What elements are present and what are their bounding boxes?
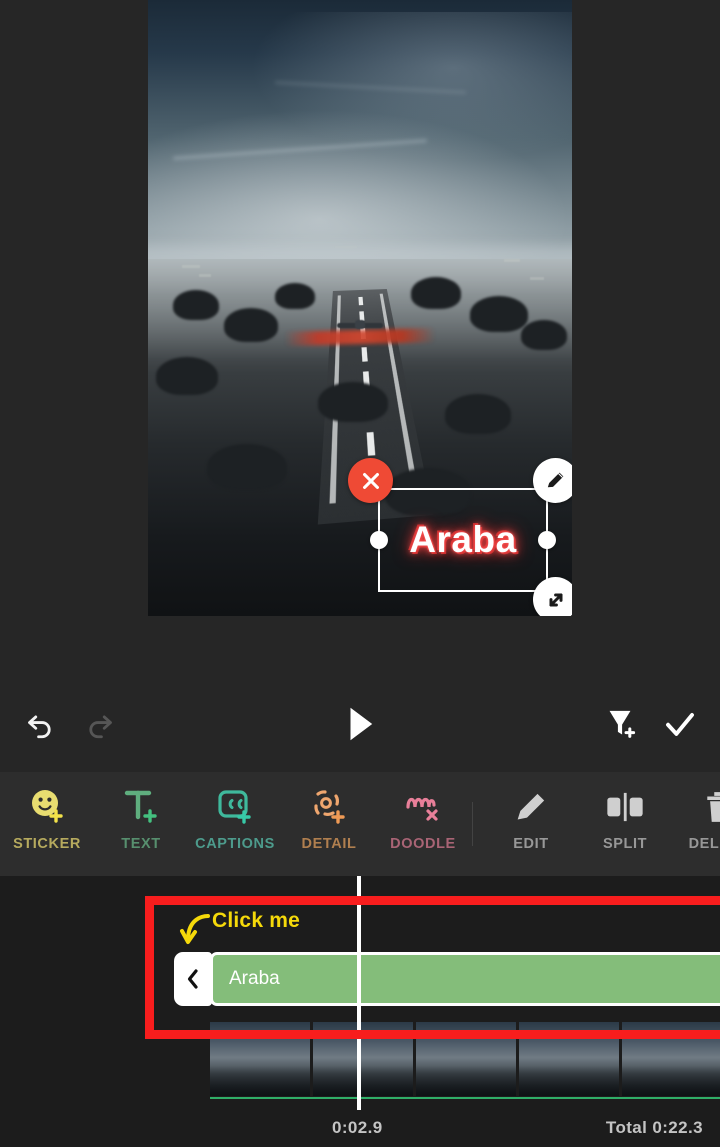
detail-target-plus-icon xyxy=(307,784,351,830)
filmstrip-thumbnail xyxy=(210,1022,310,1096)
filmstrip-thumbnail xyxy=(416,1022,516,1096)
chevron-left-icon[interactable] xyxy=(174,952,212,1006)
tool-label: TEXT xyxy=(121,836,161,852)
resize-diagonal-icon[interactable] xyxy=(533,577,572,616)
pencil-icon[interactable] xyxy=(533,458,572,503)
checkmark-icon[interactable] xyxy=(658,702,702,746)
tool-detail[interactable]: DETAIL xyxy=(282,784,376,864)
tool-label: DELETE xyxy=(688,836,720,852)
timecode-row: 0:02.9 Total 0:22.3 xyxy=(0,1112,720,1147)
scene-tree xyxy=(521,320,568,351)
scene-tree xyxy=(444,394,511,435)
tool-captions[interactable]: CAPTIONS xyxy=(188,784,282,864)
doodle-squiggle-plus-icon xyxy=(401,784,445,830)
text-t-plus-icon xyxy=(119,784,163,830)
scene-haze-secondary xyxy=(148,12,572,198)
close-icon[interactable] xyxy=(348,458,393,503)
tool-label: STICKER xyxy=(13,836,81,852)
text-overlay-content[interactable]: Araba xyxy=(380,490,546,590)
play-triangle-icon[interactable] xyxy=(338,702,382,746)
current-time-label: 0:02.9 xyxy=(332,1118,383,1137)
add-marker-icon[interactable] xyxy=(598,702,642,746)
scene-tree xyxy=(207,443,288,490)
filmstrip-thumbnail xyxy=(519,1022,619,1096)
scene-airplane xyxy=(337,323,383,329)
total-time-label: Total 0:22.3 xyxy=(605,1118,703,1137)
trash-icon xyxy=(700,784,720,830)
video-preview-area: Araba xyxy=(0,0,720,676)
resize-handle-right[interactable] xyxy=(538,531,556,549)
timeline-audio-waveform xyxy=(210,1097,720,1099)
tool-divider xyxy=(472,802,473,846)
timeline-playhead[interactable] xyxy=(357,876,361,1110)
captions-cc-plus-icon xyxy=(213,784,257,830)
timeline-text-clip[interactable]: Araba xyxy=(210,952,720,1006)
tool-split[interactable]: SPLIT xyxy=(578,784,672,864)
tool-strip: STICKER TEXT CAPTIONS DETAIL DOODLE EDIT… xyxy=(0,772,720,876)
split-icon xyxy=(605,784,645,830)
tool-label: CAPTIONS xyxy=(195,836,275,852)
tool-label: DOODLE xyxy=(390,836,456,852)
tool-sticker[interactable]: STICKER xyxy=(0,784,94,864)
filmstrip-thumbnail xyxy=(313,1022,413,1096)
scene-tree xyxy=(224,308,279,342)
resize-handle-left[interactable] xyxy=(370,531,388,549)
video-canvas[interactable]: Araba xyxy=(148,0,572,616)
timeline-filmstrip[interactable] xyxy=(210,1022,720,1096)
annotation-label: Click me xyxy=(212,909,300,932)
tool-text[interactable]: TEXT xyxy=(94,784,188,864)
tool-label: DETAIL xyxy=(301,836,357,852)
curved-down-left-arrow-icon xyxy=(178,912,212,950)
scene-tree xyxy=(410,277,461,310)
text-overlay-selection-box[interactable]: Araba xyxy=(348,458,572,616)
scene-tree xyxy=(275,283,316,310)
sticker-smiley-plus-icon xyxy=(25,784,69,830)
action-bar xyxy=(0,676,720,772)
tool-delete[interactable]: DELETE xyxy=(672,784,720,864)
tool-edit[interactable]: EDIT xyxy=(484,784,578,864)
scene-tree xyxy=(317,381,388,422)
scene-tree xyxy=(156,357,219,396)
scene-tree xyxy=(173,289,220,320)
undo-arrow-icon[interactable] xyxy=(18,702,62,746)
scene-tree xyxy=(470,295,529,332)
pencil-icon xyxy=(511,784,551,830)
tool-label: EDIT xyxy=(513,836,549,852)
tool-doodle[interactable]: DOODLE xyxy=(376,784,470,864)
filmstrip-thumbnail xyxy=(622,1022,720,1096)
timeline-text-clip-label: Araba xyxy=(229,968,280,989)
redo-arrow-icon[interactable] xyxy=(78,702,122,746)
tool-label: SPLIT xyxy=(602,836,648,852)
